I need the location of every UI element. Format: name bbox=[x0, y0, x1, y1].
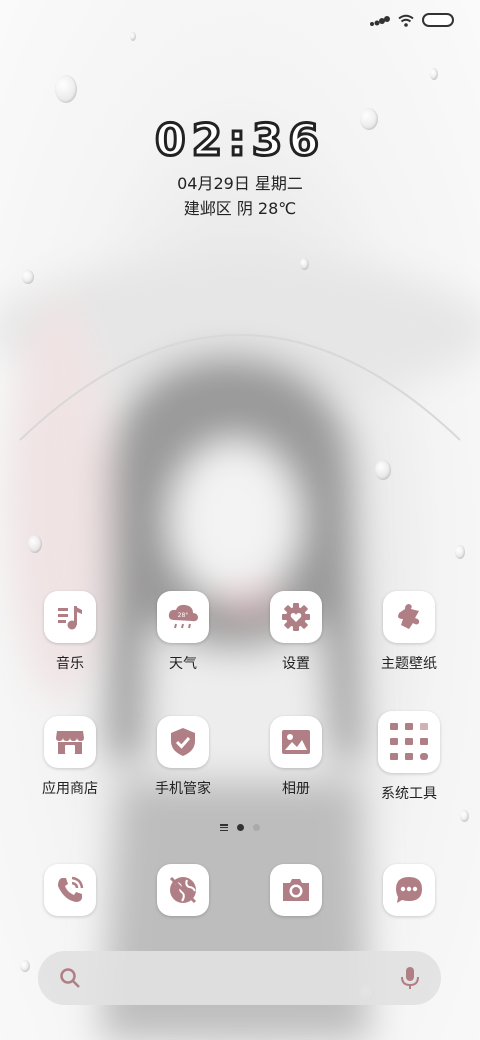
app-music[interactable]: 音乐 bbox=[25, 591, 115, 673]
clock-time[interactable]: 02:36 bbox=[0, 114, 480, 168]
folder-icon bbox=[378, 711, 440, 773]
page-indicator[interactable] bbox=[0, 824, 480, 831]
browser-icon bbox=[157, 864, 209, 916]
puzzle-icon bbox=[383, 591, 435, 643]
weather-text[interactable]: 建邺区 阴 28℃ bbox=[0, 195, 480, 219]
date-text[interactable]: 04月29日 星期二 bbox=[0, 170, 480, 194]
gear-icon bbox=[270, 591, 322, 643]
app-folder-tools[interactable]: 系统工具 bbox=[364, 711, 454, 803]
raindrop bbox=[460, 810, 469, 822]
raindrop bbox=[28, 535, 42, 553]
signal-icon bbox=[370, 16, 390, 26]
app-security[interactable]: 手机管家 bbox=[138, 716, 228, 798]
weather-icon: 28° bbox=[157, 591, 209, 643]
page-dot[interactable] bbox=[253, 824, 260, 831]
phone-icon bbox=[44, 864, 96, 916]
raindrop bbox=[300, 258, 309, 270]
app-settings[interactable]: 设置 bbox=[251, 591, 341, 673]
app-label: 设置 bbox=[282, 656, 310, 672]
app-themes[interactable]: 主题壁纸 bbox=[364, 591, 454, 673]
gallery-icon bbox=[270, 716, 322, 768]
battery-icon bbox=[422, 13, 454, 27]
raindrop bbox=[455, 545, 465, 559]
app-gallery[interactable]: 相册 bbox=[251, 716, 341, 798]
shield-icon bbox=[157, 716, 209, 768]
dock-camera[interactable] bbox=[251, 864, 341, 916]
music-icon bbox=[44, 591, 96, 643]
dock-phone[interactable] bbox=[25, 864, 115, 916]
dock-browser[interactable] bbox=[138, 864, 228, 916]
camera-icon bbox=[270, 864, 322, 916]
app-label: 天气 bbox=[169, 656, 197, 672]
status-bar bbox=[370, 8, 454, 32]
svg-text:28°: 28° bbox=[178, 612, 189, 619]
app-label: 手机管家 bbox=[155, 781, 211, 797]
raindrop bbox=[430, 68, 438, 80]
dock-messages[interactable] bbox=[364, 864, 454, 916]
raindrop bbox=[55, 75, 77, 103]
app-weather[interactable]: 28° 天气 bbox=[138, 591, 228, 673]
raindrop bbox=[22, 270, 34, 284]
app-label: 音乐 bbox=[56, 656, 84, 672]
store-icon bbox=[44, 716, 96, 768]
message-icon bbox=[383, 864, 435, 916]
page-dot-active[interactable] bbox=[237, 824, 244, 831]
raindrop bbox=[130, 32, 136, 41]
app-label: 相册 bbox=[282, 781, 310, 797]
search-bar[interactable] bbox=[38, 951, 441, 1005]
wifi-icon bbox=[398, 14, 414, 27]
mic-icon[interactable] bbox=[399, 965, 421, 991]
raindrop bbox=[20, 960, 30, 972]
search-icon[interactable] bbox=[58, 966, 82, 990]
app-label: 应用商店 bbox=[42, 781, 98, 797]
app-store[interactable]: 应用商店 bbox=[25, 716, 115, 798]
raindrop bbox=[375, 460, 391, 480]
app-label: 主题壁纸 bbox=[381, 656, 437, 672]
page-list-icon[interactable] bbox=[220, 824, 228, 831]
app-label: 系统工具 bbox=[381, 786, 437, 802]
